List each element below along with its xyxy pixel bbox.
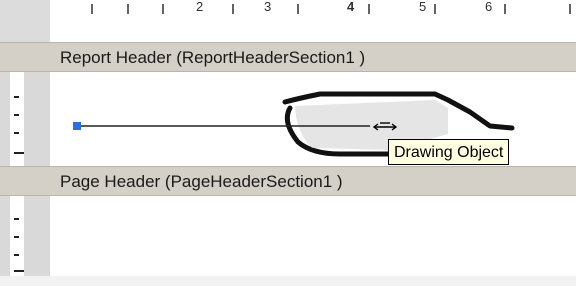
ruler-number: 4 [347,0,355,14]
horizontal-ruler: 2 3 4 5 6 [0,0,576,42]
ruler-number: 3 [264,0,272,14]
bottom-edge [0,276,576,286]
ruler-tick [14,218,19,220]
ruler-tick [14,236,19,238]
ruler-gutter [0,0,50,42]
ruler-tick [14,96,19,98]
ruler-tick [14,132,19,134]
drawing-object-tooltip: Drawing Object [388,139,510,165]
report-header-section-bar[interactable]: Report Header (ReportHeaderSection1 ) [0,42,576,72]
ruler-ticks [91,4,571,14]
ruler-tick [14,270,24,272]
report-header-label: Report Header (ReportHeaderSection1 ) [60,48,366,67]
page-header-section-bar[interactable]: Page Header (PageHeaderSection1 ) [0,166,576,196]
ruler-number: 6 [485,0,493,14]
ruler-tick [14,114,19,116]
selection-handle-icon[interactable] [73,122,81,130]
ruler-number: 5 [419,0,427,14]
page-header-canvas[interactable] [50,196,576,276]
vertical-ruler-page-header [0,196,50,276]
page-header-label: Page Header (PageHeaderSection1 ) [60,172,343,191]
ruler-tick [14,254,19,256]
ruler-number: 2 [196,0,204,14]
vertical-ruler-report-header [0,72,50,166]
ruler-tick [14,152,24,154]
